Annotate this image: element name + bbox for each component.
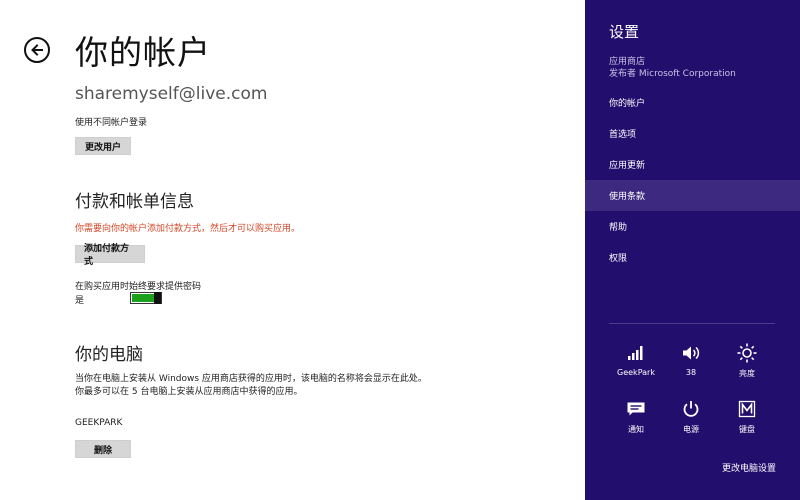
notifications-label: 通知 — [628, 425, 644, 434]
volume-icon — [680, 342, 702, 364]
charm-item-permissions[interactable]: 权限 — [585, 242, 800, 273]
keyboard-label: 键盘 — [739, 425, 755, 434]
back-button[interactable] — [24, 37, 50, 63]
change-pc-settings-link[interactable]: 更改电脑设置 — [722, 461, 776, 474]
keyboard-icon — [736, 398, 758, 420]
network-tile[interactable]: GeekPark — [608, 342, 664, 377]
account-page: 你的帐户 sharemyself@live.com 使用不同帐户登录 更改用户 … — [0, 0, 585, 500]
volume-label: 38 — [685, 368, 697, 377]
charm-item-your-account[interactable]: 你的帐户 — [585, 87, 800, 118]
brightness-label: 亮度 — [739, 369, 755, 378]
arrow-left-icon — [31, 44, 43, 56]
power-icon — [680, 398, 702, 420]
toggle-fill — [132, 294, 154, 302]
add-payment-button[interactable]: 添加付款方式 — [75, 244, 145, 267]
page-title: 你的帐户 — [75, 33, 211, 72]
remove-pc-button[interactable]: 删除 — [75, 440, 131, 458]
power-label: 电源 — [683, 425, 699, 434]
keyboard-tile[interactable]: 键盘 — [719, 398, 775, 435]
charm-item-terms-of-use[interactable]: 使用条款 — [585, 180, 800, 211]
pc-description: 当你在电脑上安装从 Windows 应用商店获得的应用时，该电脑的名称将会显示在… — [75, 374, 427, 397]
brightness-icon — [736, 342, 758, 364]
notifications-tile[interactable]: 通知 — [608, 398, 664, 435]
change-user-button[interactable]: 更改用户 — [75, 137, 131, 155]
charm-menu: 你的帐户 首选项 应用更新 使用条款 帮助 权限 — [585, 87, 800, 273]
pc-name: GEEKPARK — [75, 418, 123, 428]
password-prompt-label: 在购买应用时始终要求提供密码 — [75, 282, 202, 292]
switch-account-hint: 使用不同帐户登录 — [75, 118, 148, 128]
wifi-signal-icon — [625, 342, 647, 364]
payment-heading: 付款和帐单信息 — [75, 192, 194, 212]
power-tile[interactable]: 电源 — [663, 398, 719, 435]
charm-item-preferences[interactable]: 首选项 — [585, 118, 800, 149]
brightness-tile[interactable]: 亮度 — [719, 342, 775, 379]
network-label: GeekPark — [617, 368, 655, 377]
charm-item-app-updates[interactable]: 应用更新 — [585, 149, 800, 180]
charm-divider — [609, 323, 775, 324]
password-toggle[interactable] — [130, 292, 162, 304]
charm-title: 设置 — [609, 23, 640, 41]
settings-charm: 设置 应用商店 发布者 Microsoft Corporation 你的帐户 首… — [585, 0, 800, 500]
pc-heading: 你的电脑 — [75, 345, 143, 365]
toggle-state-label: 是 — [75, 296, 85, 306]
toggle-thumb[interactable] — [154, 292, 161, 304]
volume-tile[interactable]: 38 — [663, 342, 719, 377]
notifications-icon — [625, 398, 647, 420]
account-email: sharemyself@live.com — [75, 84, 268, 104]
charm-publisher: 发布者 Microsoft Corporation — [609, 69, 736, 79]
payment-warning: 你需要向你的帐户添加付款方式，然后才可以购买应用。 — [75, 224, 301, 234]
charm-item-help[interactable]: 帮助 — [585, 211, 800, 242]
